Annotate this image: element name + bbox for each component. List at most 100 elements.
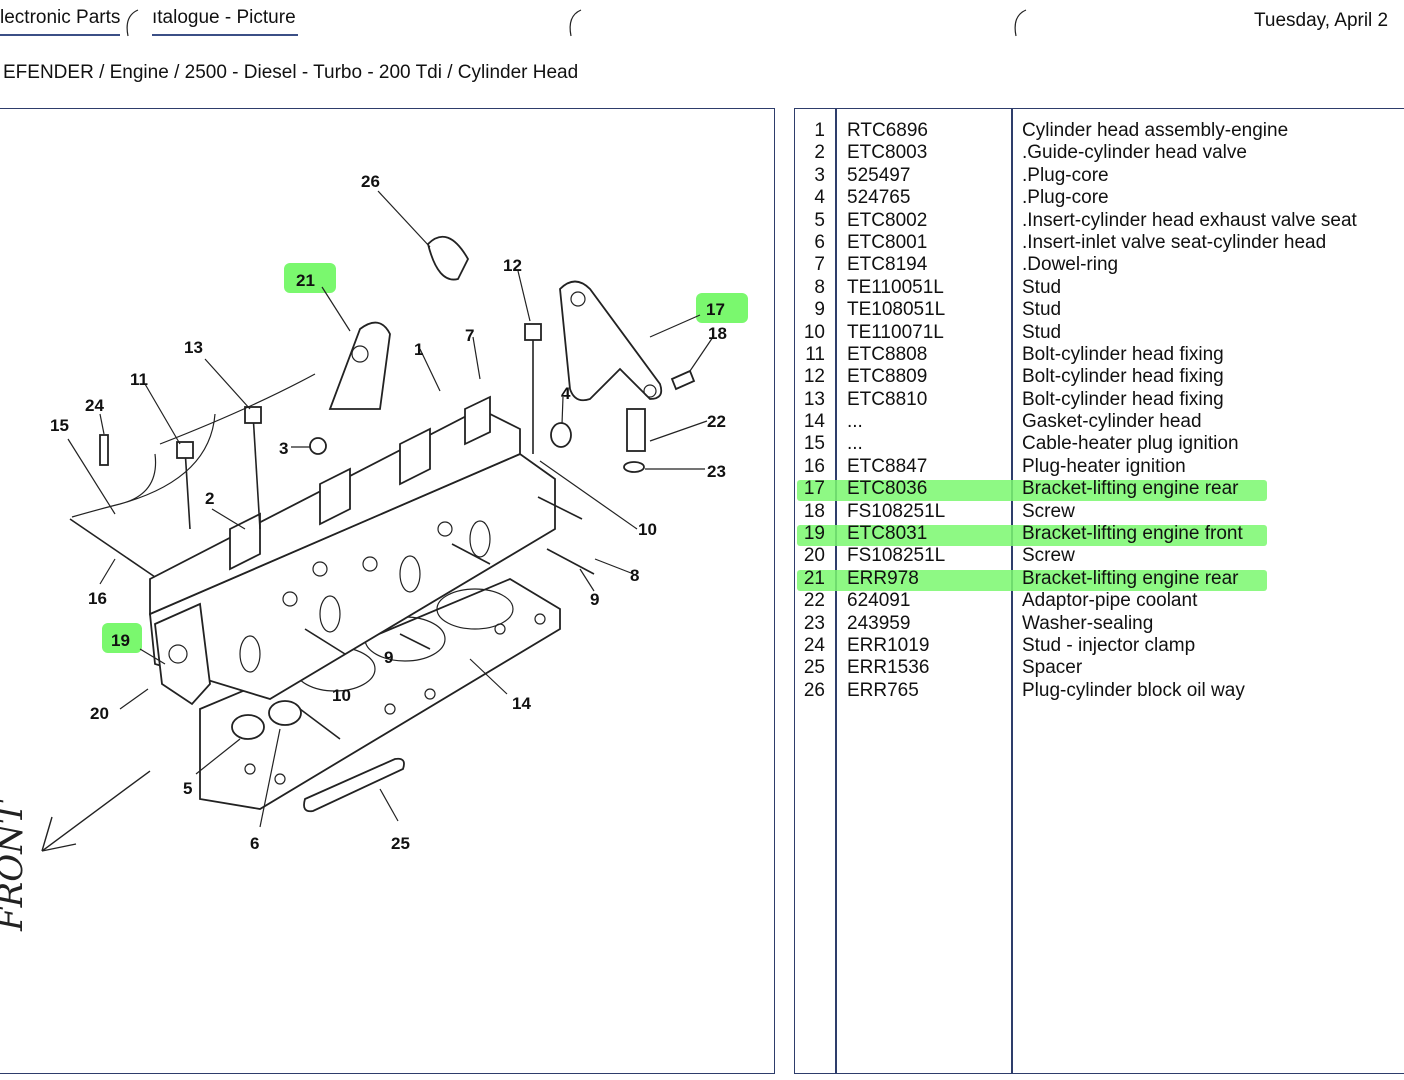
table-row: 13 ETC8810 Bolt-cylinder head fixing: [795, 389, 1404, 411]
table-row: 26 ERR765 Plug-cylinder block oil way: [795, 680, 1404, 702]
part-number: ...: [847, 433, 863, 455]
part-description: Bracket-lifting engine rear: [1022, 478, 1239, 500]
item-number: 22: [803, 590, 825, 612]
part-number: ERR1536: [847, 657, 930, 679]
part-number: ERR765: [847, 679, 919, 701]
part-number: ETC8001: [847, 231, 928, 253]
part-number: 524765: [847, 187, 911, 209]
part-number: 243959: [847, 612, 911, 634]
part-description: .Plug-core: [1022, 164, 1109, 186]
item-number: 7: [814, 254, 825, 276]
injector-stud: [99, 434, 109, 466]
item-number: 26: [803, 679, 825, 701]
table-row: 6 ETC8001 .Insert-inlet valve seat-cylinde…: [795, 232, 1404, 254]
callout-10b: 10: [332, 686, 351, 705]
part-description: Adaptor-pipe coolant: [1022, 590, 1198, 612]
screw-18: [670, 369, 696, 391]
item-number: 14: [803, 411, 825, 433]
item-number: 8: [814, 276, 825, 298]
parts-table: 1 RTC6896 Cylinder head assembly-engine 2 ET…: [794, 108, 1404, 1074]
item-number: 18: [803, 500, 825, 522]
item-number: 1: [814, 120, 825, 141]
table-row: 12 ETC8809 Bolt-cylinder head fixing: [795, 366, 1404, 388]
part-description: Stud: [1022, 321, 1062, 343]
part-description: Gasket-cylinder head: [1022, 411, 1202, 433]
item-number: 24: [803, 634, 825, 656]
callout-20: 20: [90, 704, 109, 723]
table-row: 19 ETC8031 Bracket-lifting engine front: [795, 523, 1404, 547]
callout-16: 16: [88, 589, 107, 608]
callout-6: 6: [250, 834, 259, 853]
part-number: ETC8809: [847, 366, 928, 388]
table-row: 24 ERR1019 Stud - injector clamp: [795, 635, 1404, 657]
item-number: 2: [814, 142, 825, 164]
item-number: 23: [803, 612, 825, 634]
callout-18: 18: [708, 324, 727, 343]
sealing-washer: [623, 461, 645, 473]
callout-15: 15: [50, 416, 69, 435]
part-description: .Insert-inlet valve seat-cylinder head: [1022, 231, 1327, 253]
table-row: 14... Gasket-cylinder head: [795, 411, 1404, 433]
item-number: 20: [803, 545, 825, 567]
part-number: ETC8808: [847, 343, 928, 365]
item-number: 21: [803, 567, 825, 589]
callout-17: 17: [706, 300, 725, 319]
part-number: 525497: [847, 164, 911, 186]
part-description: .Plug-core: [1022, 187, 1109, 209]
part-number: FS108251L: [847, 545, 946, 567]
item-number: 3: [814, 164, 825, 186]
part-number: 624091: [847, 590, 911, 612]
part-description: Spacer: [1022, 657, 1083, 679]
part-number: ...: [847, 411, 863, 433]
part-description: Washer-sealing: [1022, 612, 1154, 634]
core-plug-3: [309, 437, 327, 455]
part-description: .Guide-cylinder head valve: [1022, 142, 1247, 164]
table-row: 22 624091 Adaptor-pipe coolant: [795, 590, 1404, 612]
part-number: ERR1019: [847, 634, 930, 656]
rear-lifting-bracket-17: [559, 280, 663, 402]
table-row: 17 ETC8036 Bracket-lifting engine rear: [795, 478, 1404, 502]
part-description: Stud - injector clamp: [1022, 634, 1196, 656]
part-description: Screw: [1022, 545, 1075, 567]
table-row: 2 ETC8003 .Guide-cylinder head valve: [795, 142, 1404, 164]
item-number: 15: [803, 433, 825, 455]
table-row: 11 ETC8808 Bolt-cylinder head fixing: [795, 344, 1404, 366]
part-description: Bolt-cylinder head fixing: [1022, 388, 1224, 410]
rear-lifting-bracket-21: [328, 321, 391, 410]
parts-rows: 1 RTC6896 Cylinder head assembly-engine 2 ET…: [795, 120, 1404, 702]
item-number: 5: [814, 209, 825, 231]
part-number: ETC8847: [847, 455, 928, 477]
table-row: 5 ETC8002 .Insert-cylinder head exhaust va…: [795, 210, 1404, 232]
callout-26: 26: [361, 172, 380, 191]
part-description: .Dowel-ring: [1022, 254, 1119, 276]
callout-14: 14: [512, 694, 531, 713]
part-number: ETC8003: [847, 142, 928, 164]
callout-23: 23: [707, 462, 726, 481]
tab-electronic-parts[interactable]: lectronic Parts: [0, 4, 121, 36]
table-row: 18 FS108251L Screw: [795, 501, 1404, 523]
item-number: 9: [814, 299, 825, 321]
callout-9: 9: [590, 590, 599, 609]
table-row: 21 ERR978 Bracket-lifting engine rear: [795, 567, 1404, 591]
part-description: Cable-heater plug ignition: [1022, 433, 1239, 455]
tab-catalogue-picture[interactable]: ıtalogue - Picture: [152, 4, 298, 36]
part-number: ERR978: [847, 567, 919, 589]
callout-24: 24: [85, 396, 104, 415]
item-number: 16: [803, 455, 825, 477]
item-number: 11: [805, 343, 825, 365]
table-row: 3 525497 .Plug-core: [795, 165, 1404, 187]
part-description: Stud: [1022, 276, 1062, 298]
callout-25: 25: [391, 834, 410, 853]
item-number: 10: [803, 321, 825, 343]
table-row: 9 TE108051L Stud: [795, 299, 1404, 321]
table-row: 1 RTC6896 Cylinder head assembly-engine: [795, 120, 1404, 142]
callout-7: 7: [465, 326, 474, 345]
callout-12: 12: [503, 256, 522, 275]
part-description: Cylinder head assembly-engine: [1022, 120, 1289, 141]
item-number: 13: [803, 388, 825, 410]
part-description: Plug-cylinder block oil way: [1022, 679, 1245, 701]
table-row: 16 ETC8847 Plug-heater ignition: [795, 456, 1404, 478]
part-description: Stud: [1022, 299, 1062, 321]
part-number: ETC8194: [847, 254, 928, 276]
item-number: 4: [814, 187, 825, 209]
